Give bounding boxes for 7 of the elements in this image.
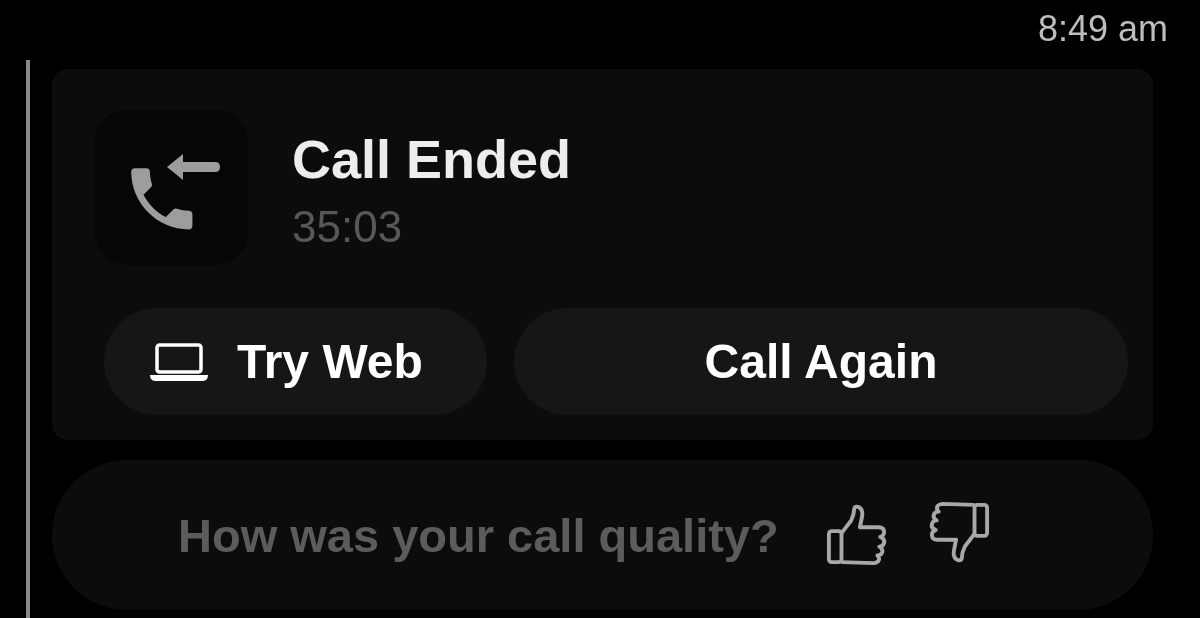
call-status-title: Call Ended	[292, 132, 572, 186]
laptop-icon	[150, 342, 208, 381]
status-time: 8:49 am	[1037, 11, 1168, 47]
call-duration: 35:03	[292, 205, 404, 249]
thumbs-up-icon[interactable]	[824, 504, 889, 566]
try-web-button[interactable]: Try Web	[104, 308, 487, 415]
call-again-button[interactable]: Call Again	[514, 308, 1128, 415]
